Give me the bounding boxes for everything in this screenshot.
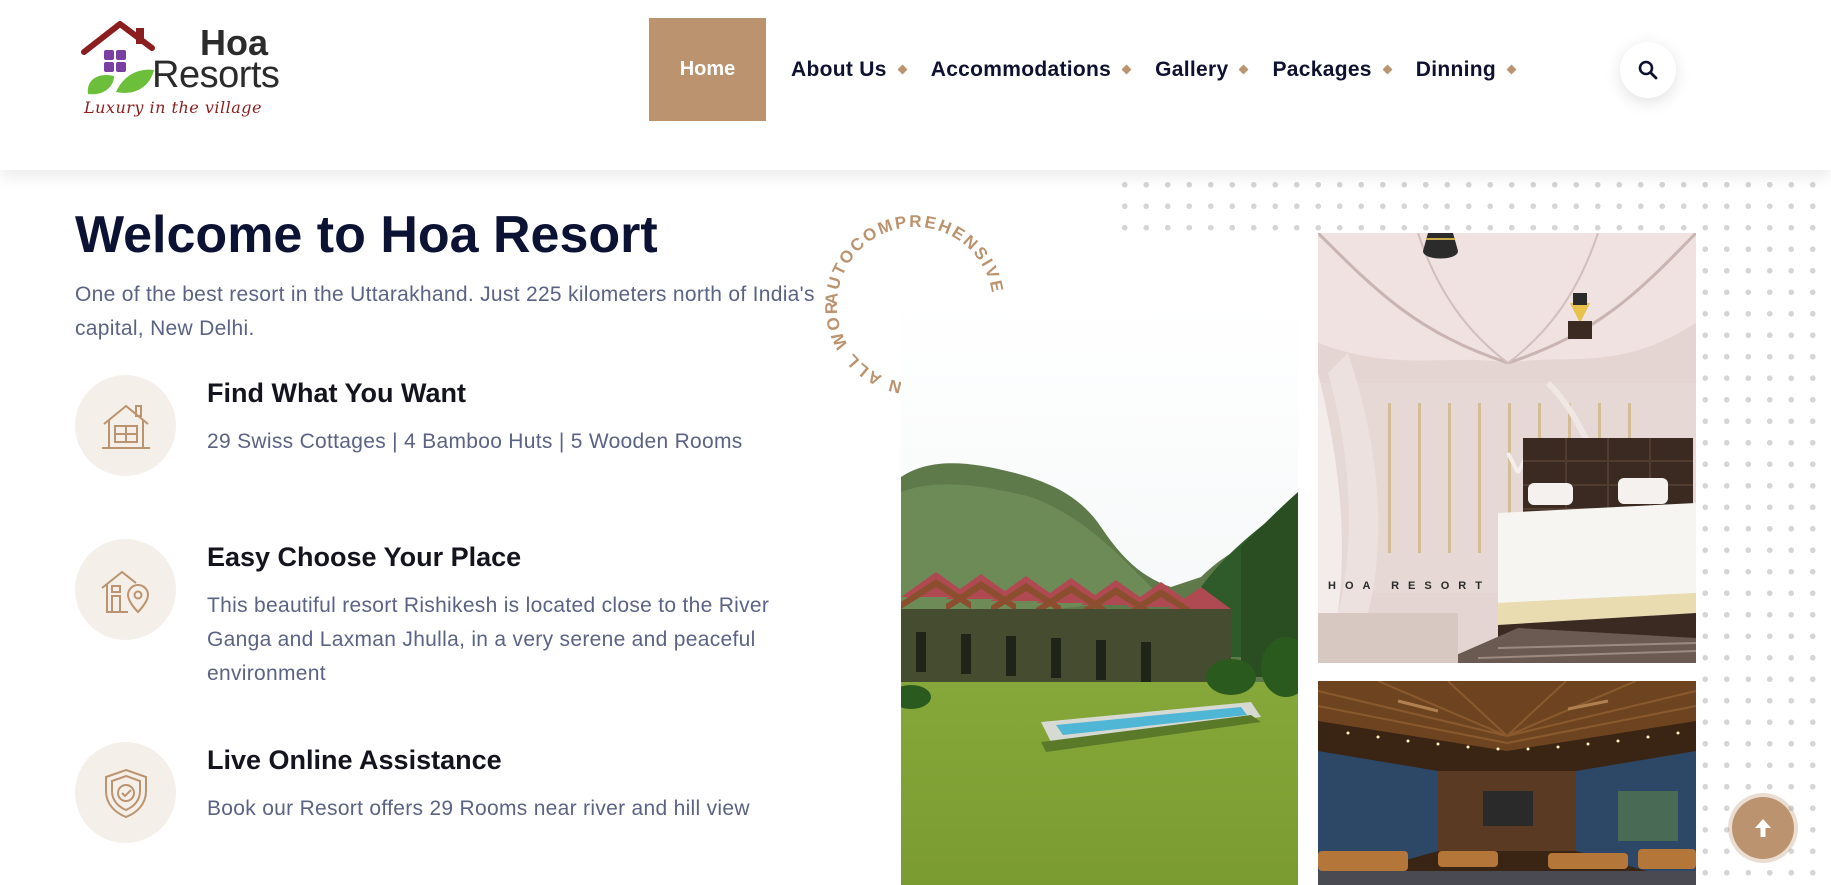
feature-text: This beautiful resort Rishikesh is locat…: [207, 594, 770, 685]
feature-icon-circle: [75, 742, 176, 843]
arrow-up-icon: [1755, 819, 1771, 837]
main-nav: Home About Us Accommodations Gallery Pac…: [649, 18, 1517, 121]
nav-item-about-us[interactable]: About Us: [791, 57, 908, 82]
search-icon: [1638, 60, 1658, 80]
feature-icon-circle: [75, 375, 176, 476]
welcome-description: One of the best resort in the Uttarakhan…: [75, 283, 815, 340]
house-location-icon: [100, 570, 149, 613]
house-logo-icon: [81, 21, 155, 95]
feature-icon-circle: [75, 539, 176, 640]
nav-label: Accommodations: [930, 57, 1112, 81]
site-header: Hoa Resorts Luxury in the village Home A…: [0, 0, 1831, 170]
dropdown-diamond-icon: [1382, 64, 1393, 75]
dining-hall-photo: [1318, 681, 1696, 885]
search-button[interactable]: [1620, 42, 1676, 98]
resort-photo: [901, 297, 1298, 885]
nav-item-home[interactable]: Home: [649, 18, 766, 121]
tent-watermark: HOA RESORT: [1328, 580, 1491, 592]
nav-item-accommodations[interactable]: Accommodations: [930, 57, 1132, 82]
nav-item-gallery[interactable]: Gallery: [1155, 57, 1249, 82]
page-title: Welcome to Hoa Resort: [75, 206, 658, 264]
dining-hall-image: [1318, 681, 1696, 885]
logo-name-resorts: Resorts: [152, 54, 280, 96]
house-icon: [101, 404, 150, 449]
nav-label: Dinning: [1415, 57, 1497, 81]
tent-interior-photo: HOA RESORT: [1318, 233, 1696, 663]
logo[interactable]: Hoa Resorts Luxury in the village: [80, 18, 280, 123]
dropdown-diamond-icon: [897, 64, 908, 75]
dropdown-diamond-icon: [1239, 64, 1249, 75]
feature-title: Easy Choose Your Place: [207, 542, 522, 572]
tent-room-image: HOA RESORT: [1318, 233, 1696, 663]
feature-title: Find What You Want: [207, 378, 466, 408]
shield-check-icon: [104, 768, 147, 818]
resort-landscape-image: [901, 297, 1298, 885]
nav-item-packages[interactable]: Packages: [1272, 57, 1393, 82]
nav-item-dinning[interactable]: Dinning: [1415, 57, 1517, 82]
dropdown-diamond-icon: [1506, 64, 1517, 75]
scroll-to-top-button[interactable]: [1732, 797, 1794, 859]
nav-label: Gallery: [1155, 57, 1229, 81]
dropdown-diamond-icon: [1121, 64, 1132, 75]
nav-label: About Us: [791, 57, 887, 81]
feature-text: Book our Resort offers 29 Rooms near riv…: [207, 797, 750, 820]
feature-text: 29 Swiss Cottages | 4 Bamboo Huts | 5 Wo…: [207, 430, 743, 453]
nav-label: Packages: [1272, 57, 1372, 81]
feature-title: Live Online Assistance: [207, 745, 502, 775]
logo-tagline: Luxury in the village: [84, 98, 262, 117]
